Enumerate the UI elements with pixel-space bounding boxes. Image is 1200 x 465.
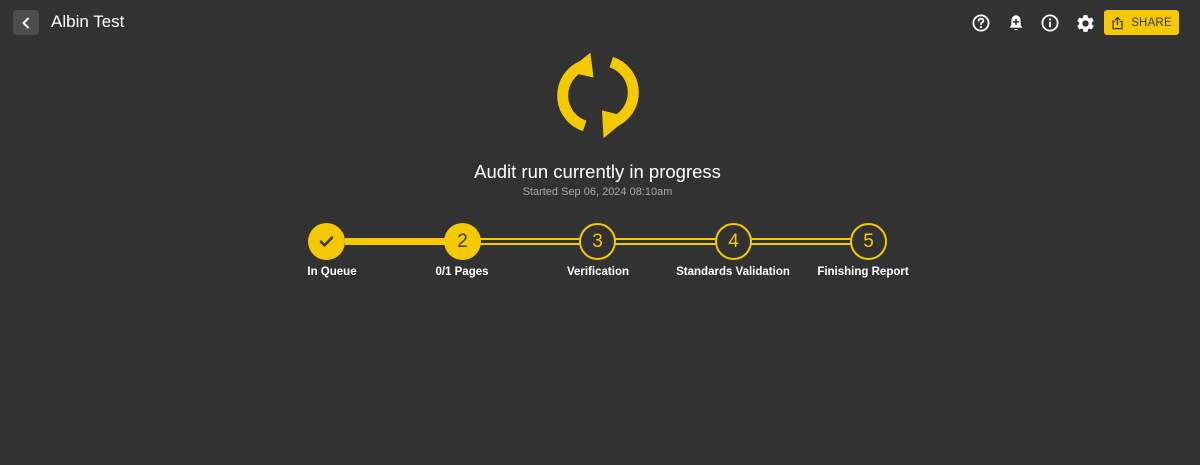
status-title: Audit run currently in progress: [474, 161, 721, 182]
share-button[interactable]: SHARE: [1104, 10, 1179, 35]
chevron-left-icon: [22, 17, 29, 28]
step-connector-complete: [345, 238, 445, 245]
bell-plus-icon[interactable]: [1005, 12, 1027, 34]
step-3-circle: 3: [579, 223, 616, 260]
step-connector: [480, 238, 581, 245]
back-button[interactable]: [13, 10, 39, 35]
check-icon: [319, 236, 334, 247]
info-icon[interactable]: [1039, 12, 1061, 34]
share-upload-icon: [1112, 16, 1123, 29]
step-1-circle: [308, 223, 345, 260]
help-circle-icon[interactable]: [970, 12, 992, 34]
gear-icon[interactable]: [1074, 12, 1096, 34]
step-4-circle: 4: [715, 223, 752, 260]
step-2-circle: 2: [444, 223, 481, 260]
step-connector: [615, 238, 717, 245]
status-subtitle: Started Sep 06, 2024 08:10am: [522, 186, 673, 198]
step-connector: [751, 238, 852, 245]
page-title: Albin Test: [51, 12, 125, 31]
progress-stepper: 2 3 4 5 In Queue 0/1 Pages Verification …: [0, 222, 1200, 282]
sync-arrows-icon: [557, 52, 639, 139]
share-label: SHARE: [1131, 16, 1172, 29]
step-5-label: Finishing Report: [817, 266, 909, 278]
step-5-circle: 5: [850, 223, 887, 260]
